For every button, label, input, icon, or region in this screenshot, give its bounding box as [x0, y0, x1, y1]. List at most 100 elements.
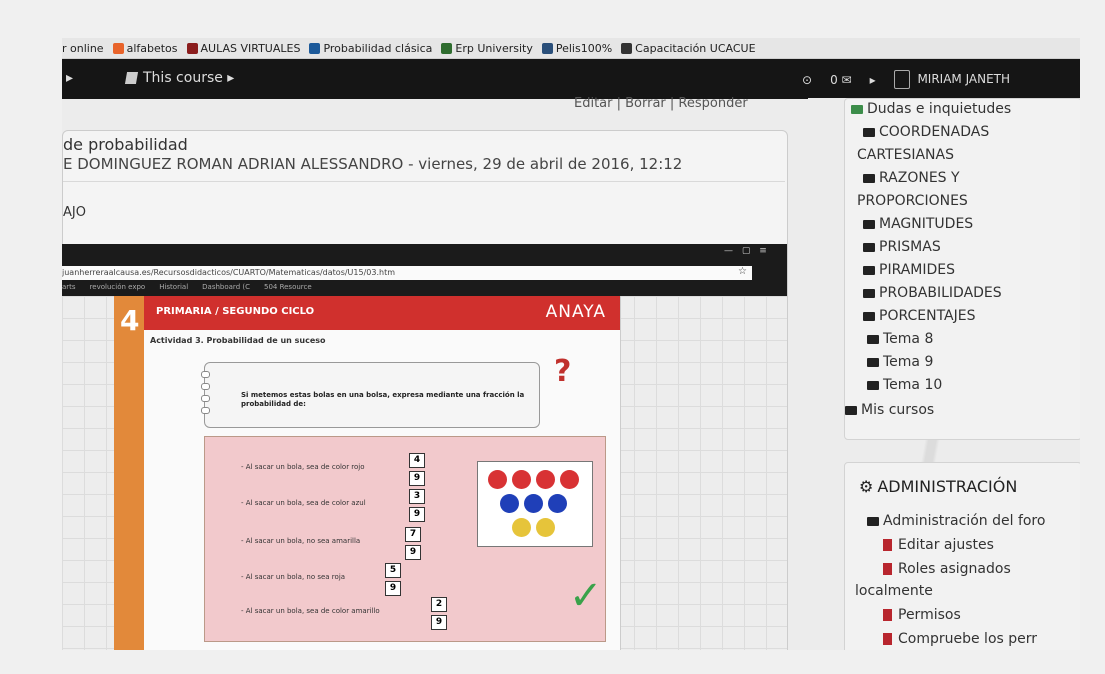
nav-item[interactable]: PORCENTAJES — [863, 308, 976, 324]
document-icon — [883, 633, 892, 645]
fraction-denominator[interactable]: 9 — [431, 615, 447, 630]
nav-item[interactable]: Dudas e inquietudes — [851, 101, 1011, 117]
fraction-denominator[interactable]: 9 — [385, 581, 401, 596]
admin-item[interactable]: Roles asignados — [883, 561, 1011, 577]
power-icon[interactable]: ⊙ — [802, 73, 812, 87]
bookmark-item[interactable]: alfabetos — [112, 42, 178, 55]
folder-icon — [863, 265, 875, 275]
folder-icon — [867, 334, 879, 344]
nav-item-label: PRISMAS — [879, 239, 941, 255]
post-divider — [63, 181, 785, 182]
bookmark-label: r online — [62, 41, 104, 55]
bookmark-item[interactable]: Erp University — [441, 41, 533, 55]
forum-icon — [851, 104, 863, 114]
fraction-answer: 59 — [385, 563, 401, 599]
admin-item[interactable]: localmente — [855, 583, 933, 599]
embedded-bookmark: 504 Resource — [263, 283, 312, 291]
admin-item-label: Permisos — [898, 607, 961, 623]
level-label: PRIMARIA / SEGUNDO CICLO — [156, 306, 315, 317]
person-icon — [621, 42, 633, 54]
prompt-note: Si metemos estas bolas en una bolsa, exp… — [201, 362, 540, 428]
nav-item[interactable]: Tema 10 — [867, 377, 942, 393]
prompt-text: Si metemos estas bolas en una bolsa, exp… — [241, 391, 525, 408]
right-column: Dudas e inquietudes COORDENADAS CARTESIANA… — [808, 98, 1080, 650]
folder-icon — [863, 127, 875, 137]
nav-item[interactable]: Mis cursos — [845, 402, 934, 418]
nav-item[interactable]: PROPORCIONES — [857, 193, 968, 209]
ring-icon — [201, 383, 210, 390]
admin-item-label: Roles asignados — [898, 561, 1011, 577]
nav-item[interactable]: COORDENADAS — [863, 124, 989, 140]
admin-item[interactable]: Compruebe los perr — [883, 631, 1037, 647]
user-avatar-icon — [893, 70, 910, 89]
fraction-numerator[interactable]: 3 — [409, 489, 425, 504]
messages-arrow[interactable]: ▸ — [870, 73, 876, 87]
fraction-numerator[interactable]: 7 — [405, 527, 421, 542]
this-course-menu[interactable]: This course ▸ — [124, 70, 235, 86]
folder-icon — [845, 405, 857, 415]
embedded-address-bar: juanherreraalcausa.es/Recursosdidacticos… — [62, 266, 752, 280]
top-navbar: ▸ This course ▸ ⊙ 0 ✉ ▸ MIRIAM JANETH — [62, 59, 1080, 99]
folder-icon — [867, 357, 879, 367]
answer-row-label: - Al sacar un bola, no sea roja — [241, 573, 346, 581]
folder-icon — [863, 242, 875, 252]
fraction-numerator[interactable]: 2 — [431, 597, 447, 612]
bookmark-item[interactable]: AULAS VIRTUALES — [186, 42, 300, 55]
nav-item[interactable]: PROBABILIDADES — [863, 285, 1002, 301]
messages-menu[interactable]: 0 ✉ — [830, 73, 852, 87]
document-icon — [883, 609, 892, 621]
embedded-bookmark: Historial — [159, 283, 189, 291]
bookmark-label: Pelis100% — [555, 41, 613, 55]
m-logo-icon — [186, 42, 198, 54]
ring-icon — [201, 395, 210, 402]
fraction-denominator[interactable]: 9 — [405, 545, 421, 560]
ball-icon — [548, 494, 567, 513]
folder-icon — [867, 380, 879, 390]
administration-title-text: ADMINISTRACIÓN — [877, 477, 1018, 496]
bookmark-item[interactable]: r online — [62, 42, 104, 55]
administration-title: ⚙ ADMINISTRACIÓN — [859, 477, 1017, 496]
ball-icon — [500, 494, 519, 513]
bookmarks-bar: r online alfabetos AULAS VIRTUALES Probabil… — [62, 38, 1080, 59]
bookmark-label: Erp University — [455, 41, 533, 55]
document-icon — [883, 539, 892, 551]
folder-icon — [863, 173, 875, 183]
nav-item[interactable]: PIRAMIDES — [863, 262, 955, 278]
nav-item[interactable]: Tema 8 — [867, 331, 933, 347]
ball-icon — [560, 470, 579, 489]
brand-logo: ANAYA — [545, 302, 606, 322]
this-course-label: This course ▸ — [143, 70, 235, 86]
embedded-bookmarks: arts revolución expo Historial Dashboard (C… — [62, 283, 312, 291]
checkmark-icon: ✓ — [569, 573, 603, 619]
bookmark-item[interactable]: Capacitación UCACUE — [621, 41, 756, 55]
bookmark-item[interactable]: Probabilidad clásica — [309, 42, 432, 55]
embedded-bookmark: arts — [62, 283, 76, 291]
bookmark-label: Probabilidad clásica — [323, 41, 433, 55]
ring-icon — [201, 371, 210, 378]
book-icon — [124, 72, 139, 84]
admin-item[interactable]: Permisos — [883, 607, 961, 623]
document-icon — [883, 563, 892, 575]
bookmark-item[interactable]: Pelis100% — [541, 41, 613, 55]
nav-item[interactable]: Tema 9 — [867, 354, 933, 370]
nav-item[interactable]: RAZONES Y — [863, 170, 960, 186]
nav-chevron[interactable]: ▸ — [66, 70, 73, 86]
bookmark-label: Capacitación UCACUE — [635, 41, 756, 55]
fraction-numerator[interactable]: 5 — [385, 563, 401, 578]
tv-icon — [541, 42, 553, 54]
nav-item-label: PROBABILIDADES — [879, 285, 1002, 301]
answer-row-label: - Al sacar un bola, sea de color azul — [241, 499, 366, 507]
activity-header: PRIMARIA / SEGUNDO CICLO ANAYA — [144, 296, 620, 330]
admin-item[interactable]: Administración del foro — [867, 513, 1045, 529]
fraction-numerator[interactable]: 4 — [409, 453, 425, 468]
user-menu[interactable]: MIRIAM JANETH — [893, 70, 1010, 89]
admin-item[interactable]: Editar ajustes — [883, 537, 994, 553]
fraction-denominator[interactable]: 9 — [409, 471, 425, 486]
ball-icon — [512, 470, 531, 489]
fraction-denominator[interactable]: 9 — [409, 507, 425, 522]
nav-item[interactable]: PRISMAS — [863, 239, 941, 255]
nav-item[interactable]: CARTESIANAS — [857, 147, 954, 163]
nav-item-label: PORCENTAJES — [879, 308, 976, 324]
nav-item[interactable]: MAGNITUDES — [863, 216, 973, 232]
post-actions[interactable]: Editar | Borrar | Responder — [574, 96, 748, 111]
